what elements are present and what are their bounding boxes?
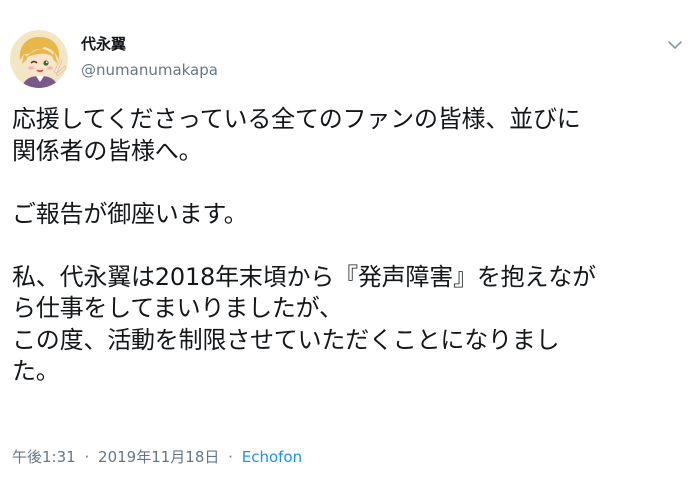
user-handle[interactable]: @numanumakapa bbox=[81, 60, 218, 80]
tweet-text-line: ご報告が御座います。 bbox=[12, 199, 248, 228]
tweet-text-line: 私、代永翼は2018年末頃から『発声障害』を抱えなが bbox=[12, 262, 596, 291]
avatar[interactable] bbox=[10, 30, 68, 88]
tweet-text-line: ら仕事をしてまいりましたが、 bbox=[12, 294, 343, 322]
tweet-date[interactable]: 2019年11月18日 bbox=[98, 448, 219, 466]
tweet-meta: 午後1:31 · 2019年11月18日 · Echofon bbox=[12, 447, 302, 467]
tweet-source-link[interactable]: Echofon bbox=[242, 448, 302, 466]
tweet-text-line: た。 bbox=[12, 357, 60, 385]
meta-separator: · bbox=[228, 448, 233, 466]
tweet-time[interactable]: 午後1:31 bbox=[12, 448, 76, 466]
display-name[interactable]: 代永翼 bbox=[81, 34, 218, 54]
user-names: 代永翼 @numanumakapa bbox=[81, 34, 218, 80]
tweet-card: 代永翼 @numanumakapa 応援してくださっている全てのファンの皆様、並… bbox=[0, 0, 700, 504]
tweet-text-blank-line bbox=[12, 167, 688, 199]
chevron-down-icon[interactable] bbox=[666, 36, 684, 54]
meta-separator: · bbox=[84, 448, 90, 466]
tweet-header: 代永翼 @numanumakapa bbox=[10, 30, 690, 90]
tweet-text-blank-line bbox=[12, 230, 688, 262]
tweet-text-line: 関係者の皆様へ。 bbox=[12, 136, 203, 165]
tweet-text-line: この度、活動を制限させていただくことになりまし bbox=[12, 325, 560, 354]
tweet-text: 応援してくださっている全てのファンの皆様、並びに 関係者の皆様へ。 ご報告が御座… bbox=[12, 104, 688, 388]
tweet-text-line: 応援してくださっている全てのファンの皆様、並びに bbox=[12, 105, 581, 133]
